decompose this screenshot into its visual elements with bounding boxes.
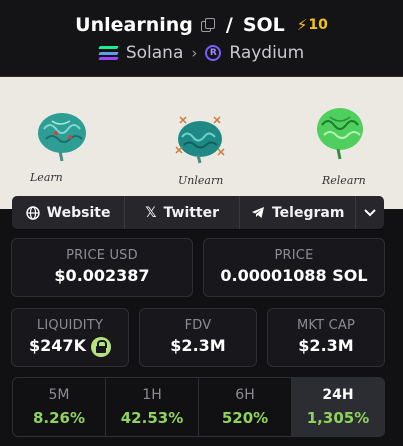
tab-5m[interactable]: 5M 8.26% <box>13 378 106 436</box>
pair-separator: / <box>225 14 233 36</box>
tab-1h[interactable]: 1H 42.53% <box>106 378 199 436</box>
liquidity-value: $247K <box>29 336 86 355</box>
token-banner-image: Learn Unlearn Relearn <box>0 77 403 209</box>
telegram-label: Telegram <box>271 204 345 221</box>
fdv-value: $2.3M <box>170 336 226 355</box>
market-cap-value: $2.3M <box>298 336 354 355</box>
liquidity-value-row: $247K <box>12 336 128 357</box>
tab-24h[interactable]: 24H 1,305% <box>292 378 384 436</box>
raydium-icon: R <box>205 45 222 61</box>
banner-label-relearn: Relearn <box>322 174 366 187</box>
market-cap-card: MKT CAP $2.3M <box>267 308 385 367</box>
price-native-value: 0.00001088 SOL <box>220 266 368 285</box>
token-name: Unlearning <box>75 14 193 36</box>
boost-count: 10 <box>308 17 328 33</box>
banner-label-unlearn: Unlearn <box>178 174 224 187</box>
website-label: Website <box>46 204 111 221</box>
telegram-icon <box>251 207 264 218</box>
price-change-value: 1,305% <box>306 409 370 427</box>
more-links-button[interactable] <box>356 196 384 229</box>
social-links-bar: Website 𝕏 Twitter Telegram <box>12 196 384 229</box>
timeframe-tabs: 5M 8.26% 1H 42.53% 6H 520% 24H 1,305% <box>12 377 385 437</box>
price-change-value: 8.26% <box>32 409 86 427</box>
dex-name[interactable]: Raydium <box>229 43 304 63</box>
website-button[interactable]: Website <box>12 196 126 229</box>
price-change-value: 520% <box>221 409 269 427</box>
boost-badge[interactable]: ⚡ 10 <box>297 16 328 34</box>
bolt-icon: ⚡ <box>296 16 308 34</box>
liquidity-card: LIQUIDITY $247K <box>11 308 129 367</box>
timeframe-label: 24H <box>322 387 354 403</box>
chevron-down-icon <box>364 208 376 216</box>
lock-icon[interactable] <box>90 336 111 357</box>
pair-header: Unlearning / SOL ⚡ 10 Solana › R Raydium <box>0 0 403 77</box>
price-usd-card: PRICE USD $0.002387 <box>11 238 193 297</box>
globe-icon <box>25 205 40 220</box>
chain-name[interactable]: Solana <box>126 43 184 63</box>
fdv-card: FDV $2.3M <box>139 308 257 367</box>
price-native-label: PRICE <box>274 248 314 263</box>
brain-illustration <box>38 108 363 164</box>
price-usd-value: $0.002387 <box>54 266 150 285</box>
timeframe-label: 1H <box>142 387 162 403</box>
price-change-value: 42.53% <box>120 409 184 427</box>
price-native-card: PRICE 0.00001088 SOL <box>203 238 385 297</box>
tab-6h[interactable]: 6H 520% <box>199 378 292 436</box>
twitter-button[interactable]: 𝕏 Twitter <box>125 196 241 229</box>
price-usd-label: PRICE USD <box>66 248 138 263</box>
market-cap-label: MKT CAP <box>296 318 355 333</box>
fdv-label: FDV <box>184 318 212 333</box>
timeframe-label: 6H <box>235 387 255 403</box>
timeframe-label: 5M <box>48 387 70 403</box>
pair-title: Unlearning / SOL ⚡ 10 <box>0 12 403 38</box>
chevron-right-icon: › <box>191 44 198 62</box>
copy-icon[interactable] <box>200 18 215 32</box>
solana-icon <box>98 46 119 60</box>
chain-breadcrumb: Solana › R Raydium <box>0 42 403 64</box>
liquidity-label: LIQUIDITY <box>36 318 104 333</box>
quote-token: SOL <box>242 14 285 36</box>
x-logo-icon: 𝕏 <box>145 204 157 221</box>
banner-label-learn: Learn <box>30 171 63 184</box>
twitter-label: Twitter <box>163 204 220 221</box>
telegram-button[interactable]: Telegram <box>240 196 357 229</box>
